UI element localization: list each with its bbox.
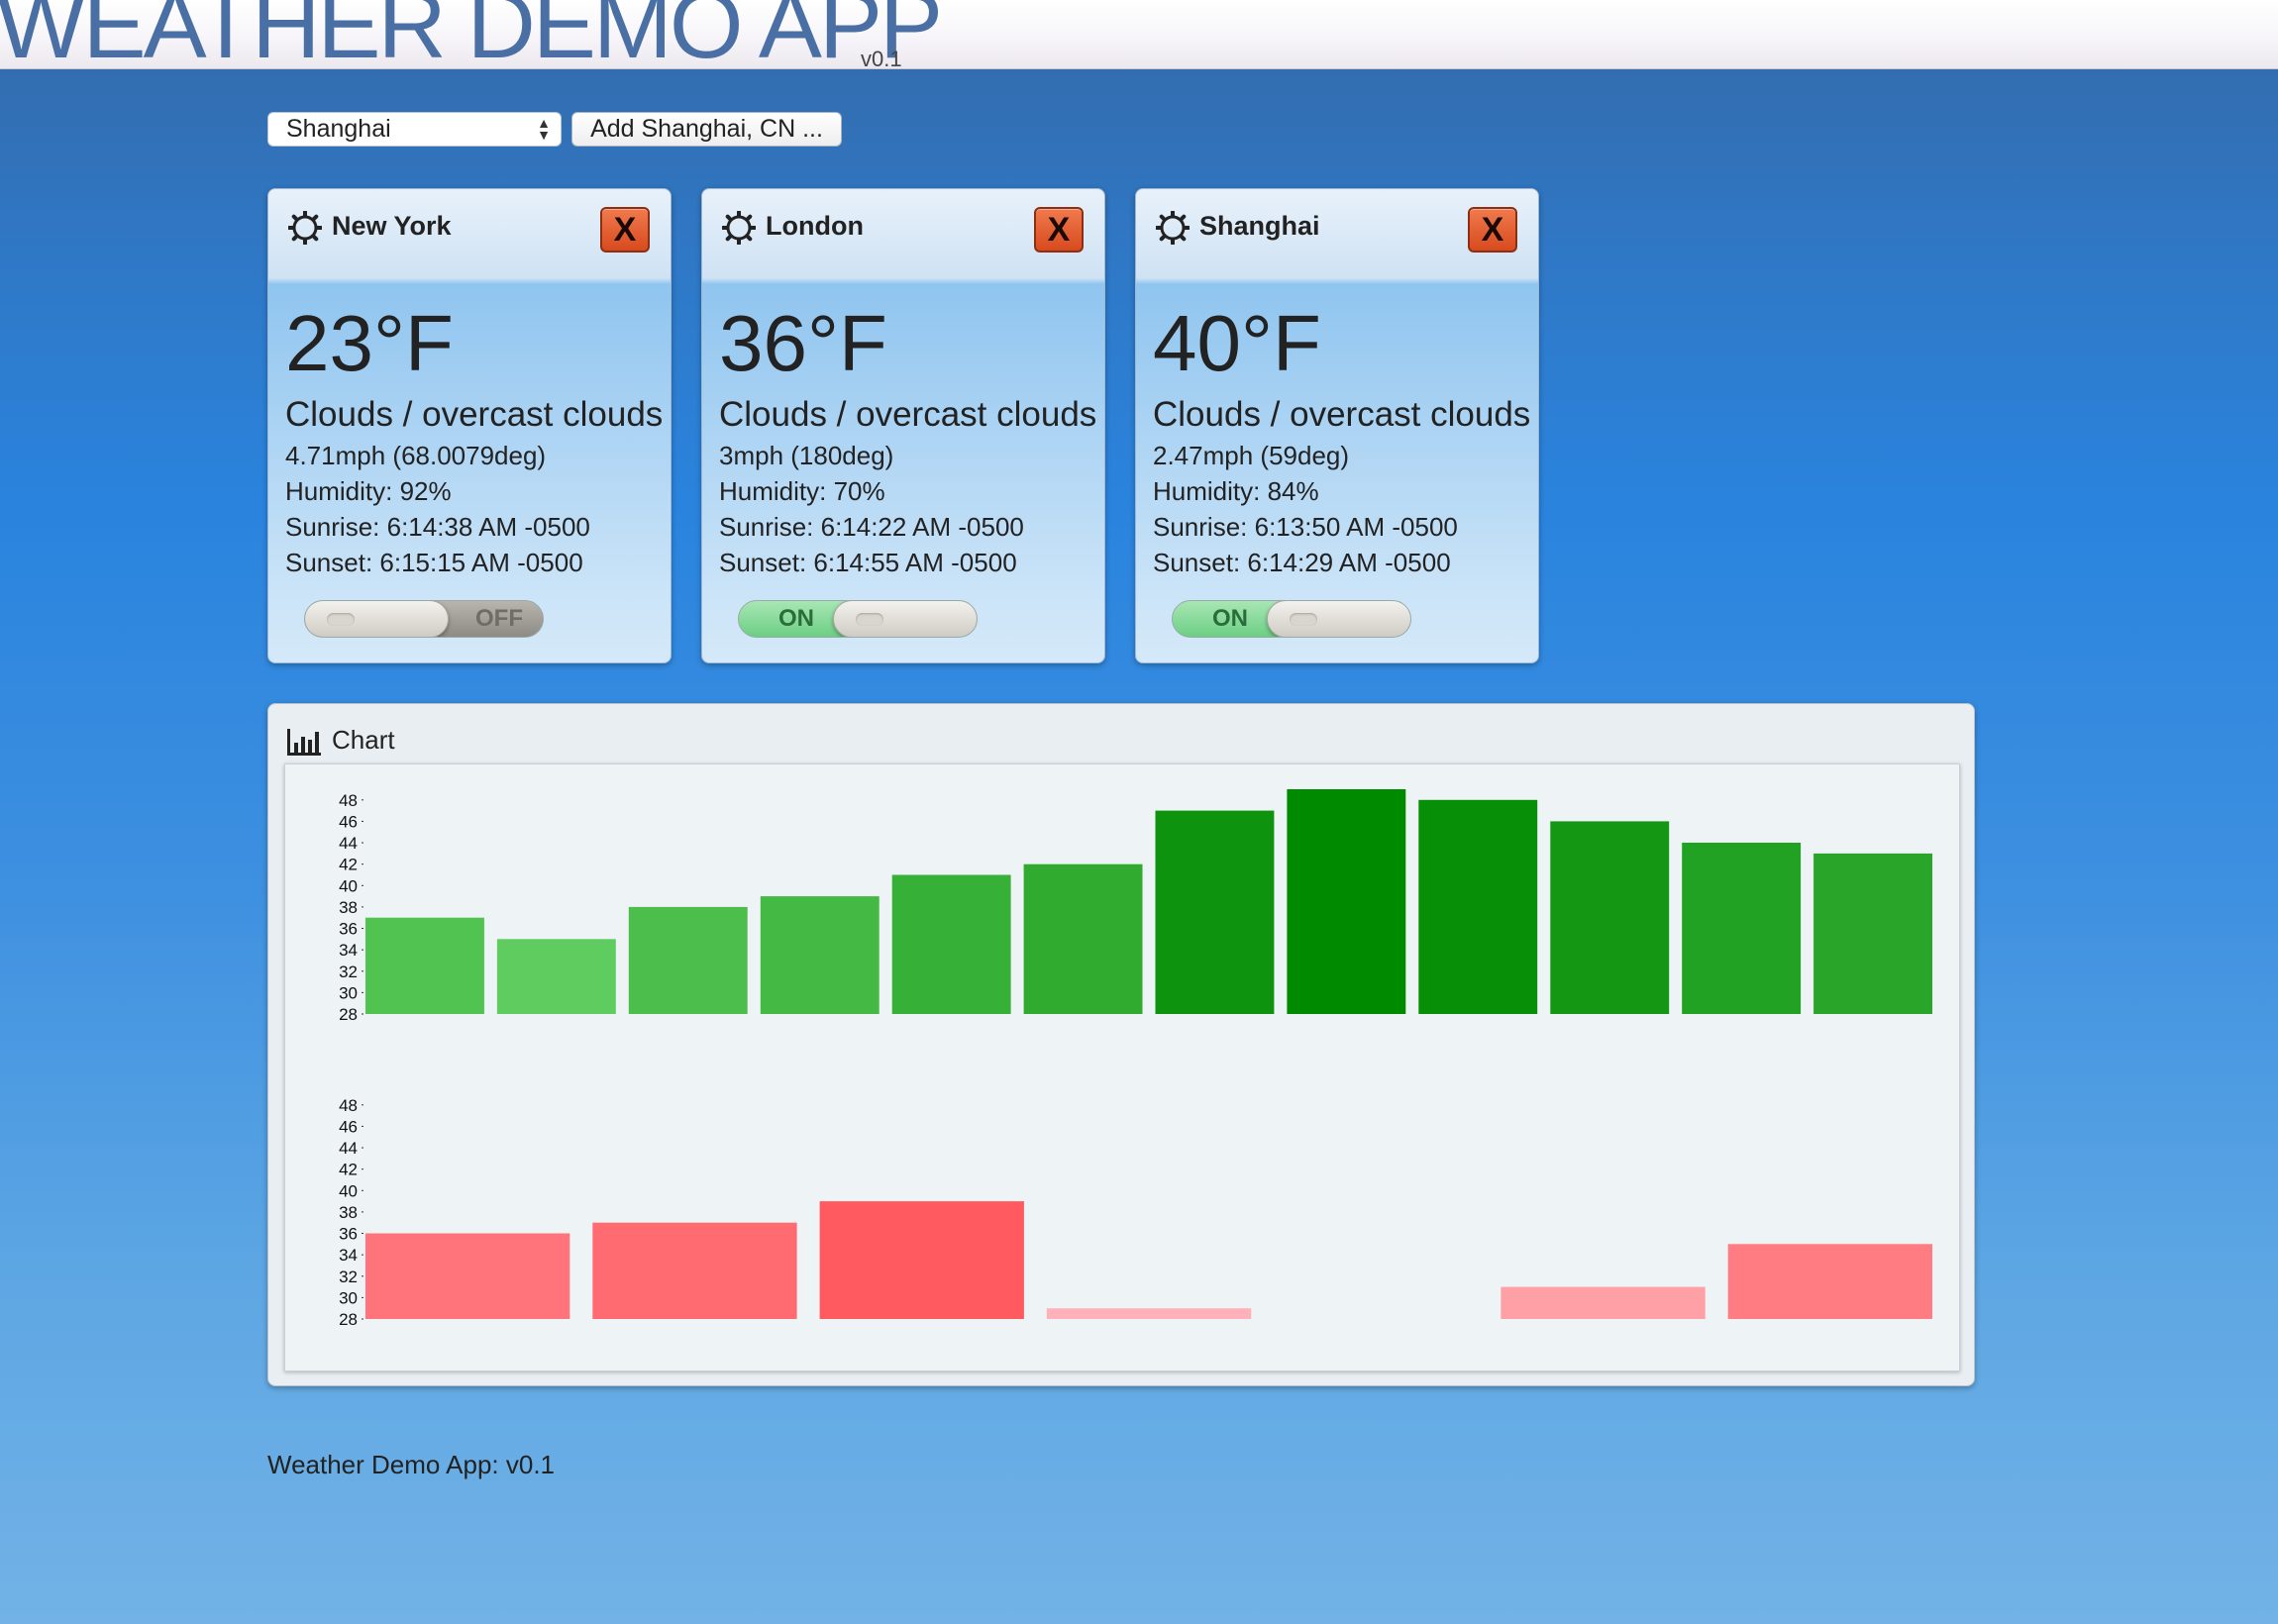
chart-bar bbox=[365, 1233, 570, 1319]
y-tick-label: 30 bbox=[339, 1288, 358, 1307]
add-city-button[interactable]: Add Shanghai, CN ... bbox=[571, 112, 842, 147]
sunrise: Sunrise: 6:14:38 AM -0500 bbox=[285, 512, 590, 542]
gear-icon bbox=[722, 211, 756, 245]
y-tick-label: 34 bbox=[339, 941, 358, 960]
chart-label: Chart bbox=[332, 725, 395, 755]
temperature: 40°F bbox=[1153, 299, 1321, 387]
city-select-value: Shanghai bbox=[286, 115, 391, 143]
toggle-label: OFF bbox=[475, 605, 523, 632]
chart-toggle[interactable]: ON bbox=[738, 600, 978, 638]
app-header: WEATHER DEMO APP v0.1 bbox=[0, 0, 2278, 69]
chart-toggle[interactable]: ON bbox=[1172, 600, 1411, 638]
weather-card-shanghai: Shanghai X 40°F Clouds / overcast clouds… bbox=[1135, 188, 1539, 663]
y-tick-label: 38 bbox=[339, 1203, 358, 1222]
sunrise: Sunrise: 6:13:50 AM -0500 bbox=[1153, 512, 1458, 542]
y-tick-label: 28 bbox=[339, 1310, 358, 1329]
toggle-knob[interactable] bbox=[833, 601, 977, 637]
temperature: 23°F bbox=[285, 299, 454, 387]
y-tick-label: 48 bbox=[339, 1096, 358, 1115]
card-header: London X bbox=[702, 189, 1104, 284]
humidity: Humidity: 84% bbox=[1153, 476, 1319, 506]
y-tick-label: 36 bbox=[339, 1225, 358, 1244]
card-city-name: Shanghai bbox=[1199, 211, 1320, 241]
chart-bar bbox=[1501, 1286, 1706, 1319]
chart-bar bbox=[496, 939, 616, 1014]
weather-card-london: London X 36°F Clouds / overcast clouds 3… bbox=[701, 188, 1105, 663]
toggle-knob[interactable] bbox=[305, 601, 449, 637]
chart-toggle[interactable]: OFF bbox=[304, 600, 544, 638]
y-tick-label: 44 bbox=[339, 834, 358, 853]
bar-chart-icon bbox=[287, 729, 321, 756]
chart-area: 48 46 44 42 40 38 36 34 32 30 28 48 46 44 42 40 38 36 34 32… bbox=[284, 763, 1960, 1371]
card-header: Shanghai X bbox=[1136, 189, 1538, 284]
chart-bar bbox=[628, 906, 748, 1014]
y-tick-label: 38 bbox=[339, 898, 358, 917]
sunset: Sunset: 6:15:15 AM -0500 bbox=[285, 548, 583, 577]
chart-panel: Chart 48 46 44 42 40 38 36 34 32 30 28 48 46 44 42 40 38… bbox=[267, 703, 1975, 1386]
chart-bar bbox=[1813, 853, 1932, 1014]
close-card-button[interactable]: X bbox=[1468, 207, 1517, 253]
y-tick-label: 40 bbox=[339, 1181, 358, 1200]
select-arrows-icon: ▲ ▼ bbox=[537, 115, 551, 143]
chart-bar bbox=[1727, 1244, 1932, 1319]
y-tick-label: 34 bbox=[339, 1246, 358, 1265]
y-tick-label: 48 bbox=[339, 791, 358, 810]
bar-charts: 48 46 44 42 40 38 36 34 32 30 28 48 46 44 42 40 38 36 34 32… bbox=[339, 789, 1932, 1329]
y-tick-label: 42 bbox=[339, 856, 358, 874]
y-tick-label: 40 bbox=[339, 876, 358, 895]
toggle-label: ON bbox=[778, 605, 814, 632]
chart-bar bbox=[365, 917, 484, 1014]
city-select[interactable]: Shanghai ▲ ▼ bbox=[267, 112, 562, 147]
chart-bar bbox=[1418, 799, 1538, 1014]
chart-bar bbox=[1155, 810, 1275, 1014]
chart-bar bbox=[1287, 789, 1406, 1014]
app-version: v0.1 bbox=[861, 47, 902, 69]
sunset: Sunset: 6:14:29 AM -0500 bbox=[1153, 548, 1451, 577]
y-tick-label: 32 bbox=[339, 1268, 358, 1286]
y-tick-label: 44 bbox=[339, 1139, 358, 1158]
gear-icon bbox=[288, 211, 322, 245]
footer-text: Weather Demo App: v0.1 bbox=[267, 1450, 556, 1479]
toggle-knob[interactable] bbox=[1267, 601, 1410, 637]
weather-card-new-york: New York X 23°F Clouds / overcast clouds… bbox=[267, 188, 672, 663]
chart-bar bbox=[819, 1201, 1024, 1319]
wind: 2.47mph (59deg) bbox=[1153, 441, 1350, 470]
sunrise: Sunrise: 6:14:22 AM -0500 bbox=[719, 512, 1024, 542]
card-header: New York X bbox=[268, 189, 671, 284]
y-tick-label: 28 bbox=[339, 1005, 358, 1024]
y-tick-label: 32 bbox=[339, 963, 358, 981]
sunset: Sunset: 6:14:55 AM -0500 bbox=[719, 548, 1017, 577]
y-tick-label: 30 bbox=[339, 983, 358, 1002]
y-tick-label: 36 bbox=[339, 920, 358, 939]
app-title: WEATHER DEMO APP bbox=[0, 0, 943, 69]
wind: 4.71mph (68.0079deg) bbox=[285, 441, 547, 470]
wind: 3mph (180deg) bbox=[719, 441, 894, 470]
y-tick-label: 42 bbox=[339, 1161, 358, 1179]
chart-bar bbox=[1682, 843, 1802, 1014]
chart-bar bbox=[1550, 821, 1670, 1014]
chart-bar bbox=[1023, 863, 1143, 1014]
condition: Clouds / overcast clouds bbox=[285, 395, 664, 434]
chart-bar bbox=[760, 896, 880, 1014]
chart-bar bbox=[891, 874, 1011, 1014]
humidity: Humidity: 70% bbox=[719, 476, 885, 506]
card-city-name: New York bbox=[332, 211, 452, 241]
chart-bar bbox=[592, 1222, 797, 1319]
y-tick-label: 46 bbox=[339, 1117, 358, 1136]
condition: Clouds / overcast clouds bbox=[1153, 395, 1531, 434]
toggle-label: ON bbox=[1212, 605, 1248, 632]
gear-icon bbox=[1156, 211, 1190, 245]
close-card-button[interactable]: X bbox=[600, 207, 650, 253]
close-card-button[interactable]: X bbox=[1034, 207, 1084, 253]
humidity: Humidity: 92% bbox=[285, 476, 452, 506]
chart-bar bbox=[1046, 1308, 1252, 1319]
card-city-name: London bbox=[766, 211, 864, 241]
condition: Clouds / overcast clouds bbox=[719, 395, 1097, 434]
temperature: 36°F bbox=[719, 299, 887, 387]
y-tick-label: 46 bbox=[339, 812, 358, 831]
